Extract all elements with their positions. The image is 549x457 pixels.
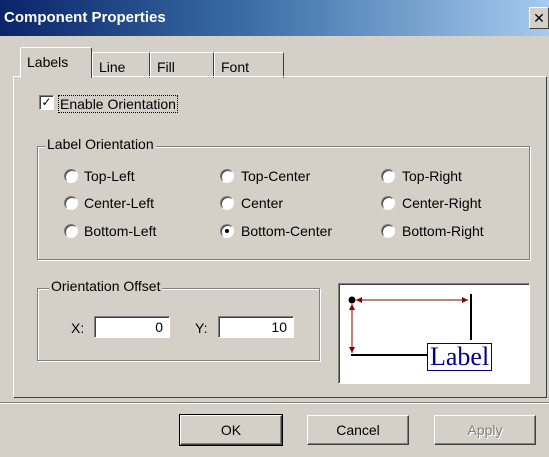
tab-line[interactable]: Line — [92, 52, 150, 78]
radio-bottom-right[interactable] — [381, 224, 395, 238]
radio-top-left[interactable] — [64, 169, 78, 183]
orientation-preview: Label — [338, 283, 530, 384]
button-separator — [0, 402, 549, 404]
radio-bottom-left[interactable] — [64, 224, 78, 238]
radio-bottom-left-label[interactable]: Bottom-Left — [84, 223, 156, 239]
preview-arrowhead-up — [349, 304, 355, 310]
radio-bottom-center[interactable] — [220, 224, 234, 238]
check-icon: ✓ — [41, 95, 52, 109]
radio-top-left-label[interactable]: Top-Left — [84, 168, 135, 184]
radio-bottom-right-label[interactable]: Bottom-Right — [402, 223, 484, 239]
radio-center-left-label[interactable]: Center-Left — [84, 195, 154, 211]
offset-x-input[interactable]: 0 — [94, 316, 170, 338]
ok-button[interactable]: OK — [179, 414, 283, 446]
radio-center-right[interactable] — [381, 196, 395, 210]
enable-orientation-label[interactable]: Enable Orientation — [58, 95, 178, 113]
tab-labels-text: Labels — [27, 54, 69, 70]
enable-orientation-checkbox[interactable]: ✓ — [39, 95, 54, 110]
tab-fill[interactable]: Fill — [150, 52, 214, 78]
window-title: Component Properties — [4, 9, 166, 26]
preview-label-text: Label — [427, 343, 493, 371]
offset-y-input[interactable]: 10 — [218, 316, 294, 338]
tab-labels[interactable]: Labels — [20, 47, 92, 78]
radio-center[interactable] — [220, 196, 234, 210]
radio-center-right-label[interactable]: Center-Right — [402, 195, 481, 211]
radio-center-label[interactable]: Center — [241, 195, 283, 211]
radio-bottom-center-label[interactable]: Bottom-Center — [241, 223, 332, 239]
close-button[interactable]: ✕ — [529, 7, 549, 29]
title-bar: Component Properties ✕ — [0, 0, 549, 36]
preview-arrowhead-down — [349, 347, 355, 353]
tab-line-text: Line — [99, 59, 126, 75]
cancel-button[interactable]: Cancel — [307, 415, 409, 445]
label-orientation-title: Label Orientation — [45, 136, 156, 152]
preview-arrowhead-left — [356, 297, 362, 303]
tab-font[interactable]: Font — [214, 52, 284, 78]
offset-x-label: X: — [71, 320, 85, 336]
radio-top-center-label[interactable]: Top-Center — [241, 168, 310, 184]
apply-button[interactable]: Apply — [434, 415, 536, 445]
tab-font-text: Font — [221, 59, 250, 75]
tab-fill-text: Fill — [157, 59, 175, 75]
preview-anchor-dot — [348, 296, 356, 304]
radio-top-right[interactable] — [381, 169, 395, 183]
radio-top-center[interactable] — [220, 169, 234, 183]
close-icon: ✕ — [533, 10, 545, 26]
orientation-offset-title: Orientation Offset — [49, 278, 163, 294]
preview-arrowhead-right — [462, 297, 468, 303]
radio-top-right-label[interactable]: Top-Right — [402, 168, 462, 184]
offset-y-label: Y: — [195, 320, 208, 336]
radio-center-left[interactable] — [64, 196, 78, 210]
